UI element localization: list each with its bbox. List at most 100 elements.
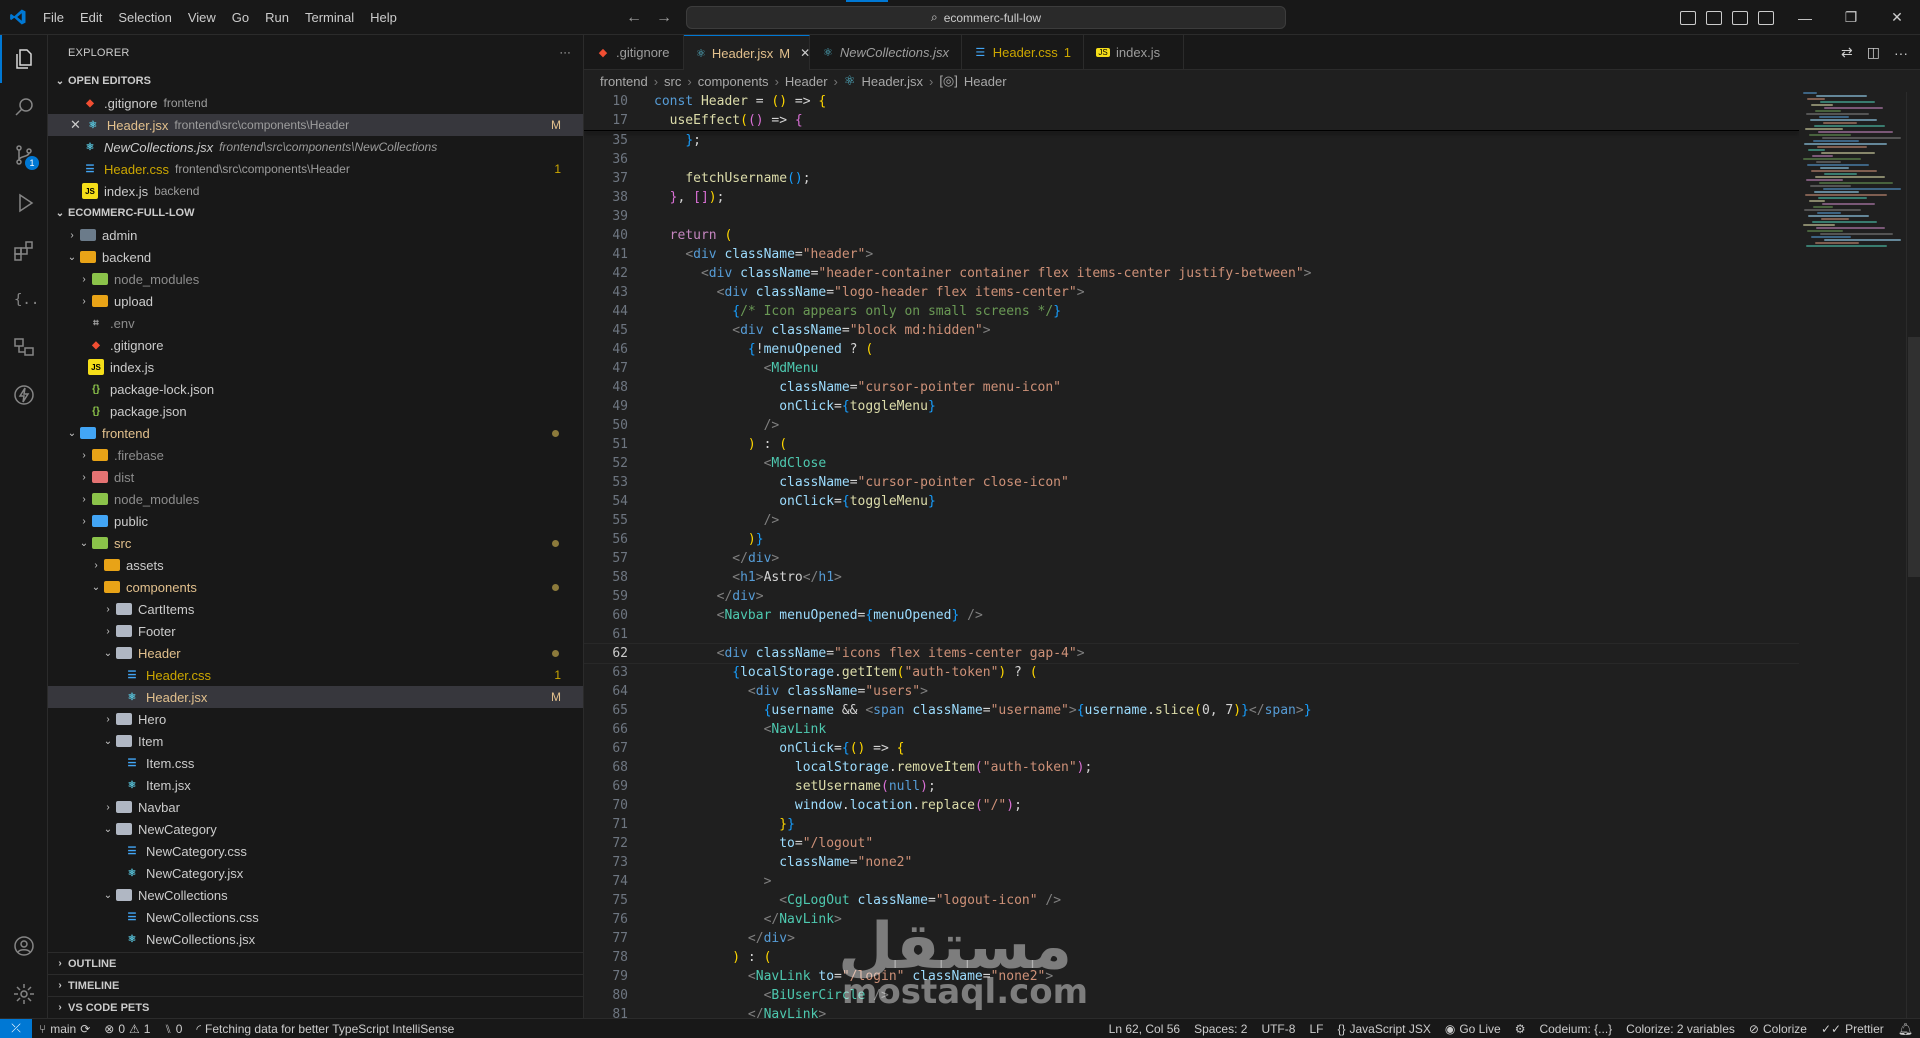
file-item[interactable]: JS index.js — [48, 356, 583, 378]
go-live-button[interactable]: ◉ Go Live — [1438, 1022, 1508, 1036]
folder-item[interactable]: › admin — [48, 224, 583, 246]
colorize-button[interactable]: ⊘ Colorize — [1742, 1022, 1814, 1036]
tab-index-js[interactable]: JS index.js — [1084, 35, 1184, 70]
folder-item[interactable]: › Footer — [48, 620, 583, 642]
tab--gitignore[interactable]: ◆ .gitignore — [584, 35, 684, 70]
toggle-primary-sidebar-icon[interactable] — [1680, 10, 1696, 25]
search-sidebar-icon[interactable] — [0, 83, 48, 131]
folder-item[interactable]: › .firebase — [48, 444, 583, 466]
file-item[interactable]: {} package.json — [48, 400, 583, 422]
breadcrumb-segment[interactable]: Header — [785, 74, 828, 89]
vertical-scrollbar[interactable] — [1906, 92, 1920, 1018]
folder-item[interactable]: ⌄ NewCollections — [48, 884, 583, 906]
folder-item[interactable]: ⌄ frontend — [48, 422, 583, 444]
command-center-search[interactable]: ⌕ ecommerc-full-low — [686, 6, 1286, 29]
toggle-secondary-sidebar-icon[interactable] — [1732, 10, 1748, 25]
folder-item[interactable]: ⌄ src — [48, 532, 583, 554]
back-arrow-icon[interactable]: ← — [626, 9, 642, 27]
open-editor-item[interactable]: JS index.js backend — [48, 180, 583, 202]
folder-item[interactable]: ⌄ Header — [48, 642, 583, 664]
breadcrumb-segment[interactable]: frontend — [600, 74, 648, 89]
close-tab-icon[interactable]: ✕ — [800, 46, 810, 60]
scrollbar-thumb[interactable] — [1908, 337, 1920, 577]
project-section[interactable]: ⌄ ECOMMERC-FULL-LOW — [48, 202, 583, 224]
problems-indicator[interactable]: ⊗ 0 ⚠ 1 — [97, 1022, 157, 1036]
section-timeline[interactable]: › TIMELINE — [48, 974, 583, 996]
file-item[interactable]: ⚛ Item.jsx — [48, 774, 583, 796]
language-mode[interactable]: {} JavaScript JSX — [1330, 1022, 1437, 1036]
branch-indicator[interactable]: ⑂ main ⟳ — [32, 1022, 97, 1036]
customize-layout-icon[interactable] — [1758, 10, 1774, 25]
folder-item[interactable]: ⌄ components — [48, 576, 583, 598]
tab-header-jsx[interactable]: ⚛ Header.jsx M ✕ — [684, 35, 810, 70]
folder-item[interactable]: › dist — [48, 466, 583, 488]
menu-selection[interactable]: Selection — [110, 0, 179, 35]
file-item[interactable]: ☰ Item.css — [48, 752, 583, 774]
folder-item[interactable]: › node_modules — [48, 488, 583, 510]
remote-indicator-icon[interactable]: ⤫ — [0, 1018, 32, 1038]
run-debug-icon[interactable] — [0, 179, 48, 227]
breadcrumb-segment[interactable]: Header — [964, 74, 1007, 89]
close-window-icon[interactable]: ✕ — [1874, 0, 1920, 35]
folder-item[interactable]: › Navbar — [48, 796, 583, 818]
folder-item[interactable]: › node_modules — [48, 268, 583, 290]
cursor-position[interactable]: Ln 62, Col 56 — [1102, 1022, 1187, 1036]
encoding[interactable]: UTF-8 — [1254, 1022, 1302, 1036]
menu-file[interactable]: File — [35, 0, 72, 35]
folder-item[interactable]: › public — [48, 510, 583, 532]
prettier-button[interactable]: ✓✓ Prettier — [1814, 1022, 1891, 1036]
minimap[interactable] — [1799, 92, 1904, 1018]
file-item[interactable]: ☰ NewCategory.css — [48, 840, 583, 862]
codeium-status[interactable]: Codeium: {...} — [1532, 1022, 1619, 1036]
open-changes-icon[interactable]: ⇄ — [1841, 44, 1853, 61]
folder-item[interactable]: › CartItems — [48, 598, 583, 620]
menu-help[interactable]: Help — [362, 0, 405, 35]
menu-go[interactable]: Go — [224, 0, 257, 35]
code-editor[interactable]: 10 const Header = () => {17 useEffect(() … — [584, 92, 1799, 1018]
split-editor-icon[interactable]: ◫ — [1867, 44, 1880, 61]
open-editor-item[interactable]: ☰ Header.css frontend\src\components\Heade… — [48, 158, 583, 180]
section-outline[interactable]: › OUTLINE — [48, 952, 583, 974]
colorize-variables[interactable]: Colorize: 2 variables — [1619, 1022, 1742, 1036]
menu-terminal[interactable]: Terminal — [297, 0, 362, 35]
explorer-icon[interactable] — [0, 35, 48, 83]
open-editors-section[interactable]: ⌄ OPEN EDITORS — [48, 70, 583, 92]
open-editor-item[interactable]: ⚛ NewCollections.jsx frontend\src\componen… — [48, 136, 583, 158]
folder-item[interactable]: › assets — [48, 554, 583, 576]
folder-item[interactable]: › upload — [48, 290, 583, 312]
minimize-icon[interactable]: — — [1782, 0, 1828, 35]
open-editor-item[interactable]: ✕ ⚛ Header.jsx frontend\src\components\Head… — [48, 114, 583, 136]
codeium-gear[interactable]: ⚙ — [1508, 1022, 1533, 1036]
close-icon[interactable]: ✕ — [70, 117, 81, 133]
breadcrumb-segment[interactable]: components — [698, 74, 769, 89]
lightning-icon[interactable] — [0, 371, 48, 419]
file-item[interactable]: ☰ Header.css 1 — [48, 664, 583, 686]
accounts-icon[interactable] — [0, 922, 48, 970]
source-control-icon[interactable]: 1 — [0, 131, 48, 179]
file-item[interactable]: ⚛ Header.jsx M — [48, 686, 583, 708]
file-item[interactable]: ⚛ NewCategory.jsx — [48, 862, 583, 884]
indentation[interactable]: Spaces: 2 — [1187, 1022, 1254, 1036]
more-editor-actions-icon[interactable]: ··· — [1894, 45, 1908, 61]
folder-item[interactable]: ⌄ backend — [48, 246, 583, 268]
menu-view[interactable]: View — [180, 0, 224, 35]
tab-newcollections-jsx[interactable]: ⚛ NewCollections.jsx — [810, 35, 962, 70]
toggle-panel-icon[interactable] — [1706, 10, 1722, 25]
ports-indicator[interactable]: ⑊ 0 — [157, 1022, 189, 1036]
file-item[interactable]: ☰ NewCollections.css — [48, 906, 583, 928]
extensions-icon[interactable] — [0, 227, 48, 275]
tab-header-css[interactable]: ☰ Header.css 1 — [962, 35, 1084, 70]
restore-icon[interactable]: ❐ — [1828, 0, 1874, 35]
menu-run[interactable]: Run — [257, 0, 297, 35]
folder-item[interactable]: ⌄ Item — [48, 730, 583, 752]
breadcrumb-segment[interactable]: Header.jsx — [862, 74, 923, 89]
open-editor-item[interactable]: ◆ .gitignore frontend — [48, 92, 583, 114]
json-braces-icon[interactable]: {..} — [0, 275, 48, 323]
breadcrumb-segment[interactable]: src — [664, 74, 681, 89]
end-of-line[interactable]: LF — [1302, 1022, 1330, 1036]
file-item[interactable]: {} package-lock.json — [48, 378, 583, 400]
more-actions-icon[interactable]: ··· — [559, 47, 571, 59]
remote-explorer-icon[interactable] — [0, 323, 48, 371]
menu-edit[interactable]: Edit — [72, 0, 110, 35]
file-item[interactable]: ⚛ NewCollections.jsx — [48, 928, 583, 950]
